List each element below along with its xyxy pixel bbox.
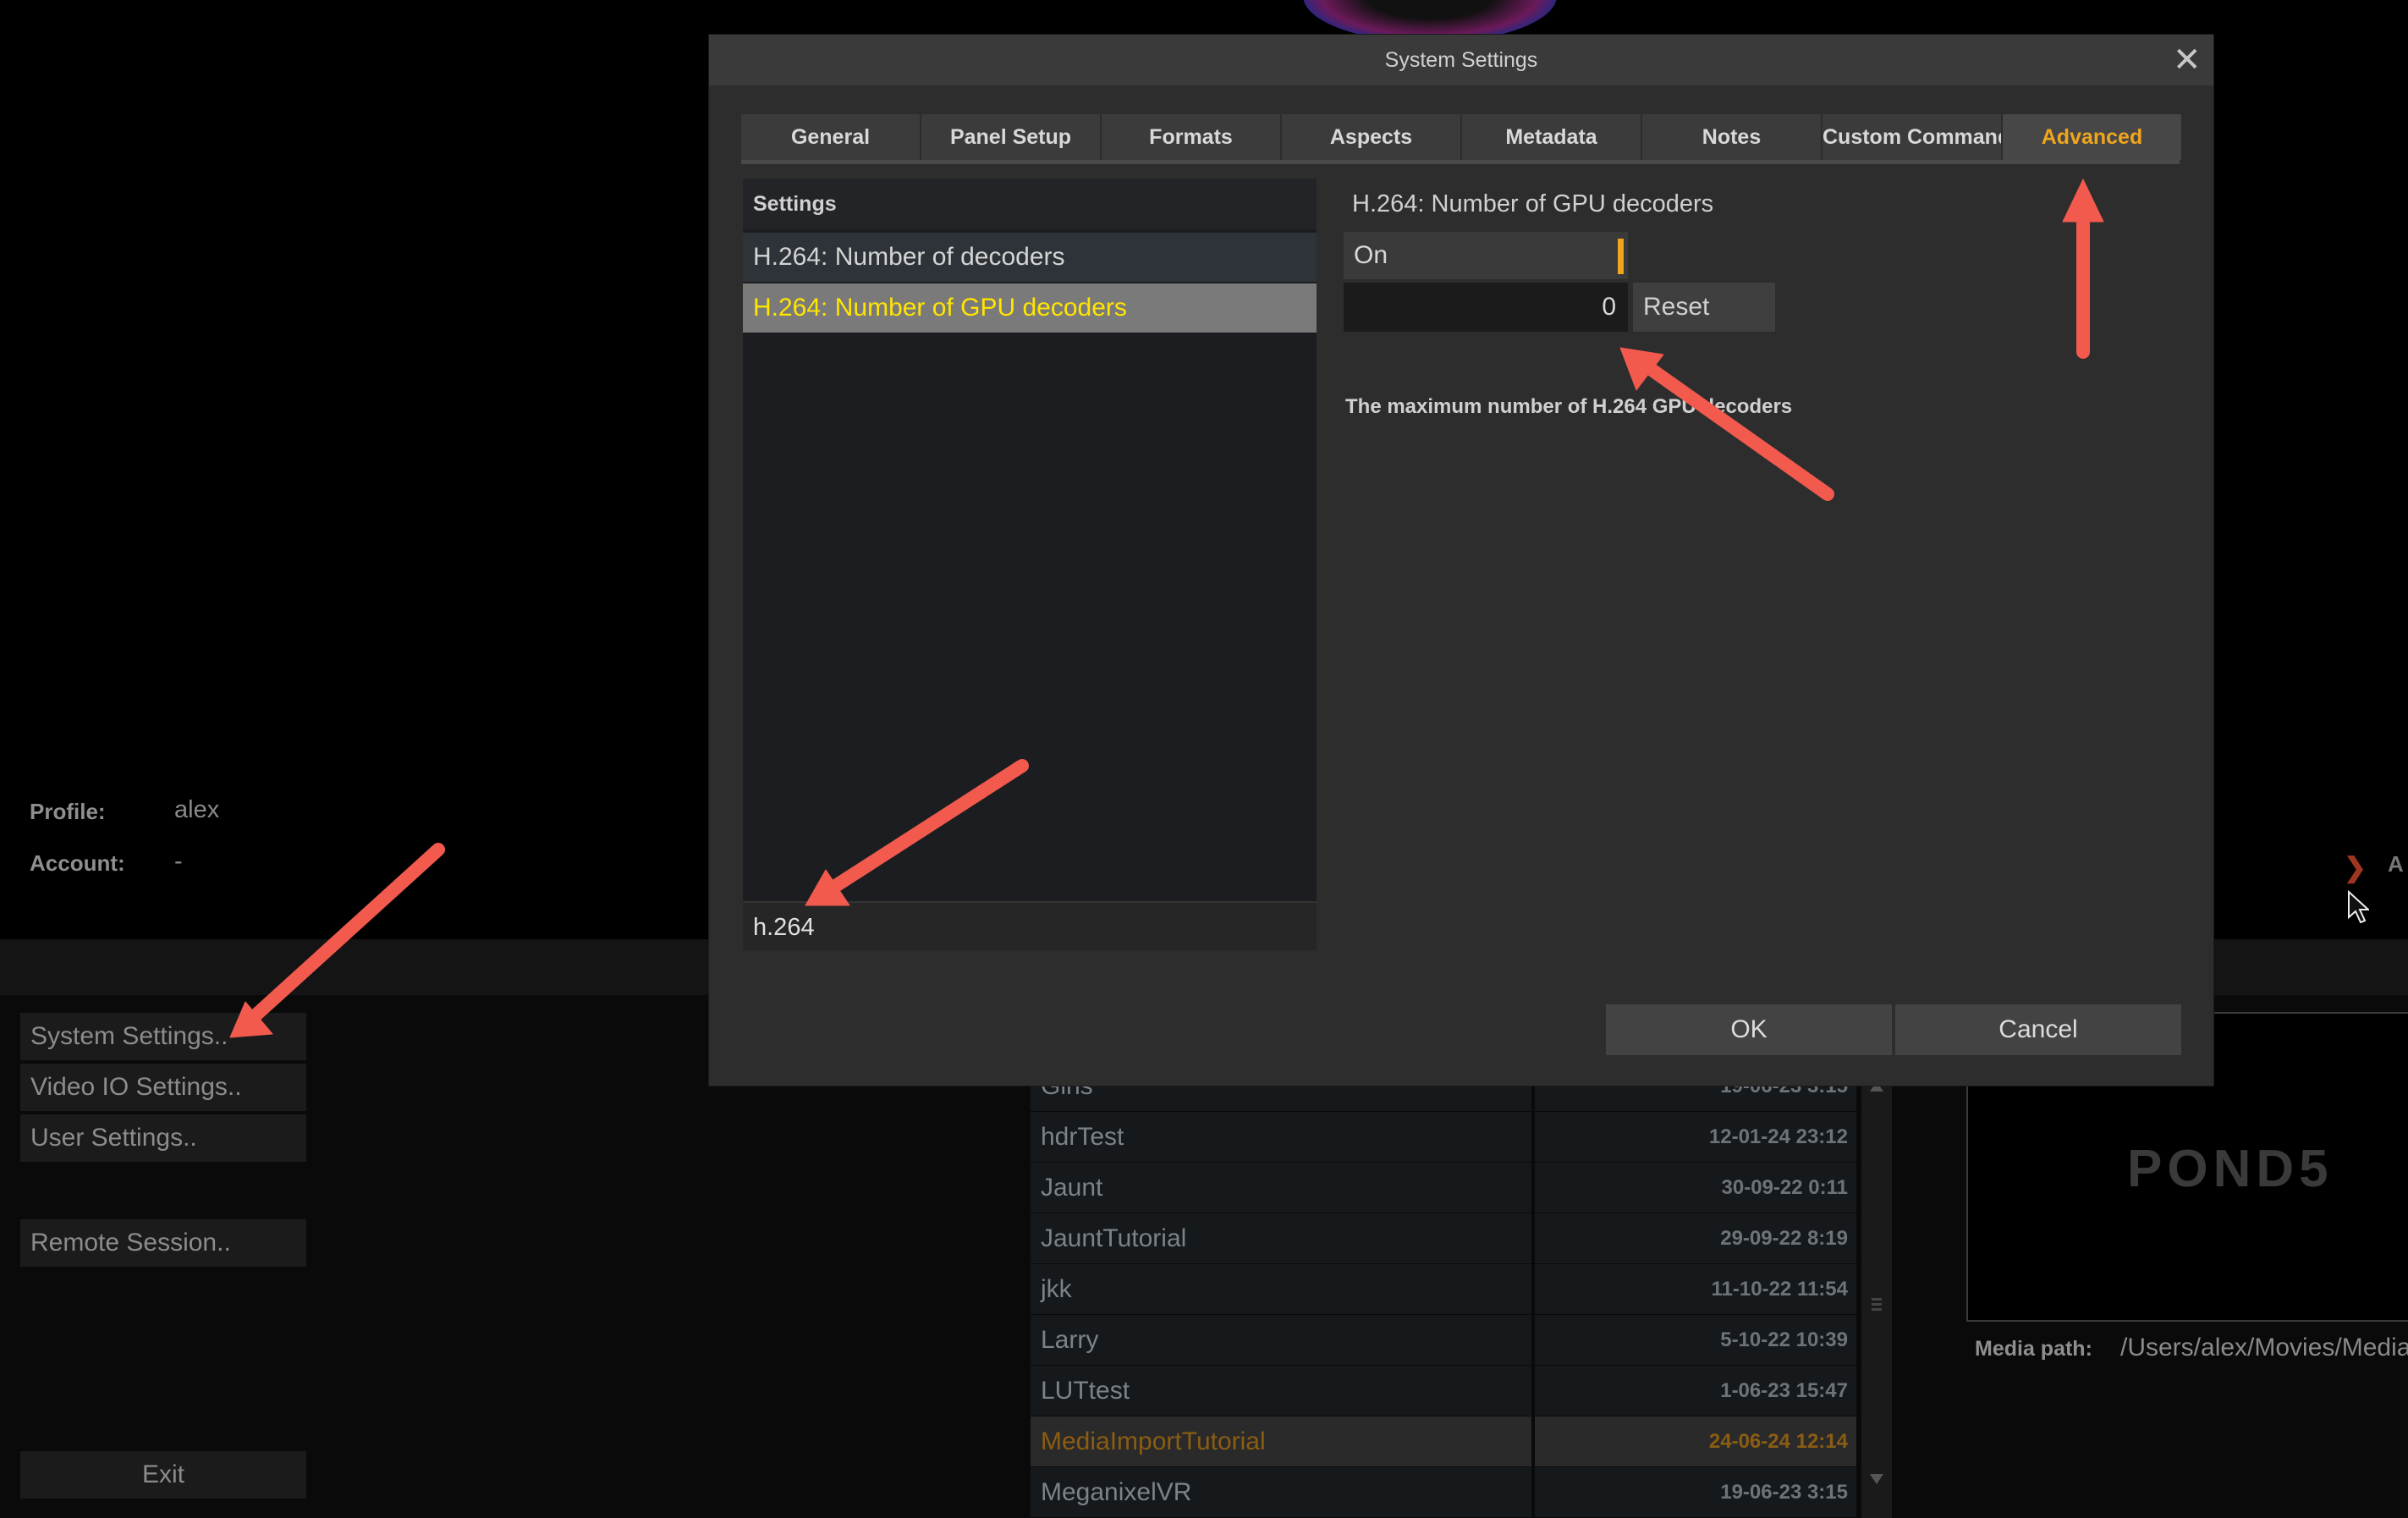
video-io-settings-button[interactable]: Video IO Settings.. xyxy=(20,1064,306,1111)
right-cutoff-label: A xyxy=(2388,851,2404,877)
project-row[interactable]: MeganixelVR 19-06-23 3:15 xyxy=(1031,1467,1892,1518)
system-settings-dialog: System Settings ✕ General Panel Setup Form… xyxy=(709,35,2213,1086)
project-date: 5-10-22 10:39 xyxy=(1535,1315,1856,1365)
project-date: 29-09-22 8:19 xyxy=(1535,1213,1856,1263)
project-row[interactable]: jkk 11-10-22 11:54 xyxy=(1031,1264,1892,1315)
project-date: 12-01-24 23:12 xyxy=(1535,1112,1856,1162)
tab-formats[interactable]: Formats xyxy=(1102,114,1280,160)
pond5-logo: POND5 xyxy=(2127,1140,2334,1198)
project-row[interactable]: JauntTutorial 29-09-22 8:19 xyxy=(1031,1213,1892,1264)
project-row[interactable]: MediaImportTutorial 24-06-24 12:14 xyxy=(1031,1416,1892,1467)
tab-metadata[interactable]: Metadata xyxy=(1462,114,1641,160)
project-name: hdrTest xyxy=(1031,1112,1531,1162)
profile-value: alex xyxy=(174,796,220,823)
remote-session-button[interactable]: Remote Session.. xyxy=(20,1219,306,1267)
chevron-right-icon[interactable]: ❯ xyxy=(2344,851,2367,883)
system-settings-button[interactable]: System Settings.. xyxy=(20,1013,306,1060)
settings-header: Settings xyxy=(743,179,1317,229)
project-name: jkk xyxy=(1031,1264,1531,1314)
project-name: Jaunt xyxy=(1031,1163,1531,1213)
project-name: LUTtest xyxy=(1031,1366,1531,1416)
ok-button[interactable]: OK xyxy=(1606,1004,1892,1055)
gpu-decoders-value-input[interactable]: 0 xyxy=(1344,283,1628,332)
media-path-value: /Users/alex/Movies/Media xyxy=(2120,1334,2408,1361)
project-date: 24-06-24 12:14 xyxy=(1535,1416,1856,1466)
project-name: Larry xyxy=(1031,1315,1531,1365)
exit-button[interactable]: Exit xyxy=(20,1451,306,1499)
project-row[interactable]: Jaunt 30-09-22 0:11 xyxy=(1031,1163,1892,1213)
setting-item-h264-decoders[interactable]: H.264: Number of decoders xyxy=(743,233,1317,282)
project-row[interactable]: LUTtest 1-06-23 15:47 xyxy=(1031,1366,1892,1416)
cancel-button[interactable]: Cancel xyxy=(1895,1004,2181,1055)
mouse-cursor-icon xyxy=(2347,889,2371,928)
project-date: 1-06-23 15:47 xyxy=(1535,1366,1856,1416)
tab-advanced[interactable]: Advanced xyxy=(2003,114,2181,160)
project-list: Glns 19-06-23 3:15 hdrTest 12-01-24 23:12 Ja… xyxy=(1031,1070,1892,1518)
tab-underline xyxy=(741,160,2180,164)
account-value: - xyxy=(174,848,183,875)
account-label: Account: xyxy=(30,850,125,876)
tab-aspects[interactable]: Aspects xyxy=(1282,114,1460,160)
tab-custom-commands[interactable]: Custom Commands xyxy=(1822,114,2001,160)
toggle-marker xyxy=(1618,239,1624,274)
settings-list-pane: Settings H.264: Number of decoders H.264… xyxy=(743,179,1317,950)
setting-item-h264-gpu-decoders[interactable]: H.264: Number of GPU decoders xyxy=(743,283,1317,333)
setting-detail-title: H.264: Number of GPU decoders xyxy=(1352,190,1714,217)
tab-panel-setup[interactable]: Panel Setup xyxy=(921,114,1100,160)
project-row[interactable]: hdrTest 12-01-24 23:12 xyxy=(1031,1112,1892,1163)
reset-button[interactable]: Reset xyxy=(1633,283,1775,332)
profile-label: Profile: xyxy=(30,799,106,824)
project-name: JauntTutorial xyxy=(1031,1213,1531,1263)
tab-general[interactable]: General xyxy=(741,114,920,160)
project-date: 19-06-23 3:15 xyxy=(1535,1467,1856,1517)
setting-description: The maximum number of H.264 GPU decoders xyxy=(1345,395,1793,418)
project-list-scrollbar[interactable] xyxy=(1861,1070,1892,1518)
scroll-down-icon xyxy=(1870,1474,1883,1484)
dialog-title: System Settings xyxy=(1384,48,1538,72)
project-name: MediaImportTutorial xyxy=(1031,1416,1531,1466)
close-icon[interactable]: ✕ xyxy=(2173,41,2202,79)
enable-toggle-field[interactable]: On xyxy=(1344,232,1628,279)
user-settings-button[interactable]: User Settings.. xyxy=(20,1114,306,1162)
tab-bar: General Panel Setup Formats Aspects Metadata… xyxy=(741,114,2183,162)
project-name: MeganixelVR xyxy=(1031,1467,1531,1517)
settings-search-input[interactable]: h.264 xyxy=(743,901,1317,950)
project-date: 11-10-22 11:54 xyxy=(1535,1264,1856,1314)
project-date: 30-09-22 0:11 xyxy=(1535,1163,1856,1213)
tab-notes[interactable]: Notes xyxy=(1642,114,1821,160)
media-path-label: Media path: xyxy=(1975,1337,2092,1361)
project-row[interactable]: Larry 5-10-22 10:39 xyxy=(1031,1315,1892,1366)
